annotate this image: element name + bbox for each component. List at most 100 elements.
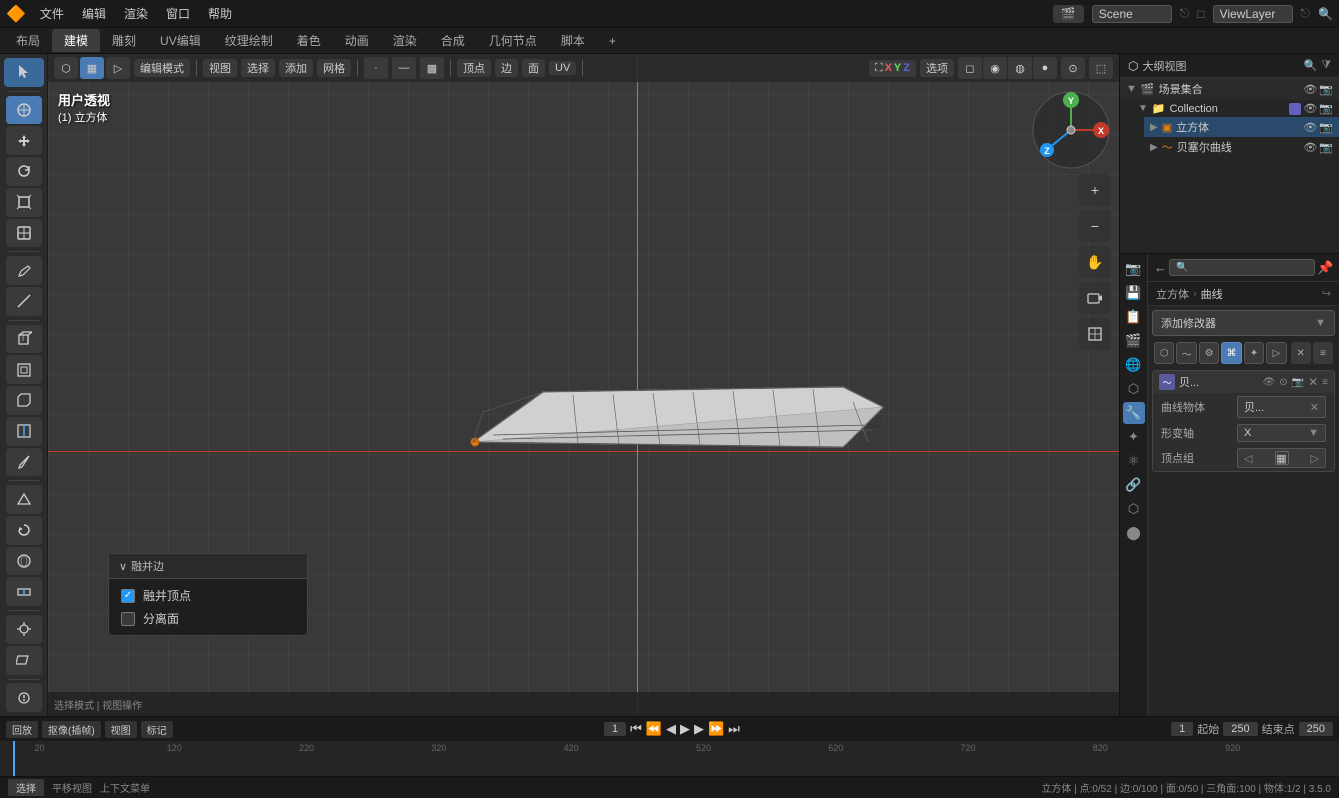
vertex-menu[interactable]: 顶点	[457, 59, 491, 77]
separate-face-checkbox[interactable]	[121, 612, 135, 626]
mod-type-generate[interactable]: ⬡	[1154, 342, 1174, 364]
modifier-card-menu[interactable]: ≡	[1322, 377, 1328, 388]
xray-btn[interactable]: ⬚	[1089, 57, 1113, 79]
timeline-content[interactable]: 20 120 220 320 420 520 620 720 820 920	[0, 741, 1339, 776]
breadcrumb-part1[interactable]: 立方体	[1156, 286, 1189, 302]
tool-bevel[interactable]	[6, 386, 42, 415]
mod-type-deform[interactable]: 〜	[1176, 342, 1196, 364]
modifier-vis-3[interactable]: 📷	[1292, 377, 1304, 388]
breadcrumb-part2[interactable]: 曲线	[1201, 286, 1223, 302]
scene-vis-eye[interactable]: 👁	[1303, 83, 1317, 96]
edge-menu[interactable]: 边	[495, 59, 518, 77]
play-pause[interactable]: ▶	[680, 721, 690, 737]
viewport-icon-1[interactable]: ⬡	[54, 57, 78, 79]
play-jump-start[interactable]: ⏮	[630, 721, 642, 737]
tool-inset[interactable]	[6, 355, 42, 384]
tool-shrink[interactable]	[6, 615, 42, 644]
camera-btn[interactable]	[1079, 282, 1111, 314]
shading-material[interactable]: ◍	[1008, 57, 1032, 79]
zoom-out-btn[interactable]: −	[1079, 210, 1111, 242]
view-layer-input[interactable]	[1213, 5, 1293, 23]
shading-wire[interactable]: ◻	[958, 57, 982, 79]
view-menu[interactable]: 视图	[203, 59, 237, 77]
play-prev-frame[interactable]: ⏪	[646, 721, 662, 737]
mod-menu[interactable]: ≡	[1313, 342, 1333, 364]
overlay-btn[interactable]: ⊙	[1061, 57, 1085, 79]
shading-solid[interactable]: ◉	[983, 57, 1007, 79]
tab-sculpt[interactable]: 雕刻	[100, 29, 148, 52]
pan-btn[interactable]: ✋	[1079, 246, 1111, 278]
play-next-frame[interactable]: ⏩	[708, 721, 724, 737]
mod-type-active[interactable]: ⌘	[1221, 342, 1241, 364]
tool-scale[interactable]	[6, 188, 42, 217]
props-pin[interactable]: 📌	[1317, 256, 1333, 280]
props-world-icon[interactable]: 🌐	[1123, 354, 1145, 376]
props-material-icon[interactable]: ⬤	[1123, 522, 1145, 544]
props-physics-icon[interactable]: ⚛	[1123, 450, 1145, 472]
mod-type-other[interactable]: ▷	[1266, 342, 1286, 364]
props-scene-icon[interactable]: 🎬	[1123, 330, 1145, 352]
tab-texture-paint[interactable]: 纹理绘制	[213, 29, 285, 52]
ortho-btn[interactable]	[1079, 318, 1111, 350]
tool-loop-cut[interactable]	[6, 417, 42, 446]
scene-expand-icon[interactable]: ▼	[1126, 83, 1137, 95]
props-render-icon[interactable]: 📷	[1123, 258, 1145, 280]
bezier-vis-render[interactable]: 📷	[1319, 141, 1333, 154]
modifier-close-btn[interactable]: ✕	[1308, 375, 1318, 389]
cube-row[interactable]: ▶ ▣ 立方体 👁 📷	[1144, 117, 1339, 137]
playback-btn[interactable]: 回放	[6, 721, 38, 738]
tab-animation[interactable]: 动画	[333, 29, 381, 52]
tool-add-cube[interactable]	[6, 325, 42, 354]
frame-start-val[interactable]: 1	[1171, 722, 1193, 736]
add-modifier-btn[interactable]: 添加修改器 ▼	[1152, 310, 1335, 336]
zoom-in-btn[interactable]: +	[1079, 174, 1111, 206]
modifier-vis-2[interactable]: ⊙	[1279, 377, 1287, 388]
mod-type-color[interactable]: ⚙	[1199, 342, 1219, 364]
frame-end-number[interactable]: 250	[1299, 722, 1333, 736]
play-jump-end[interactable]: ⏭	[728, 721, 740, 737]
vertex-group-icon-right[interactable]: ▷	[1311, 452, 1319, 465]
modifier-vis-1[interactable]: 👁	[1263, 377, 1276, 388]
outliner-filter-icon[interactable]: ⧩	[1321, 59, 1331, 72]
tool-select[interactable]	[4, 58, 44, 87]
tab-uv-edit[interactable]: UV编辑	[148, 29, 213, 52]
menu-render[interactable]: 渲染	[116, 3, 156, 24]
tool-measure[interactable]	[6, 287, 42, 316]
tool-shear[interactable]	[6, 646, 42, 675]
uv-menu[interactable]: UV	[549, 61, 576, 75]
props-constraints-icon[interactable]: 🔗	[1123, 474, 1145, 496]
menu-help[interactable]: 帮助	[200, 3, 240, 24]
tool-custom[interactable]	[6, 683, 42, 712]
cube-vis-eye[interactable]: 👁	[1303, 121, 1317, 134]
tool-knife[interactable]	[6, 448, 42, 477]
playhead[interactable]	[13, 741, 15, 776]
tool-move[interactable]	[6, 126, 42, 155]
select-menu[interactable]: 选择	[241, 59, 275, 77]
play-next[interactable]: ▶	[694, 721, 704, 737]
outliner-search-icon[interactable]: 🔍	[1303, 59, 1317, 72]
collection-expand[interactable]: ▼	[1138, 103, 1148, 114]
tool-rotate[interactable]	[6, 157, 42, 186]
edge-select[interactable]: —	[392, 57, 416, 79]
bezier-row[interactable]: ▶ 〜 贝塞尔曲线 👁 📷	[1144, 137, 1339, 157]
add-menu[interactable]: 添加	[279, 59, 313, 77]
options-btn[interactable]: 选项	[920, 59, 954, 77]
bezier-vis-eye[interactable]: 👁	[1303, 141, 1317, 154]
tool-edge-slide[interactable]	[6, 577, 42, 606]
vertex-group-icon-left[interactable]: ◁	[1244, 452, 1252, 465]
tool-smooth[interactable]	[6, 547, 42, 576]
merge-vertices-checkbox[interactable]: ✓	[121, 589, 135, 603]
menu-edit[interactable]: 编辑	[74, 3, 114, 24]
collection-vis-eye[interactable]: 👁	[1303, 102, 1317, 115]
mesh-menu[interactable]: 网格	[317, 59, 351, 77]
curve-value-clear[interactable]: ✕	[1310, 401, 1319, 414]
vertex-group-value[interactable]: ◁ ▦ ▷	[1237, 448, 1326, 468]
scene-name-input[interactable]	[1092, 5, 1172, 23]
props-modifier-icon[interactable]: 🔧	[1123, 402, 1145, 424]
status-select-btn[interactable]: 选择	[8, 779, 44, 796]
face-select[interactable]: ▩	[420, 57, 444, 79]
mod-type-physics[interactable]: ✦	[1244, 342, 1264, 364]
menu-window[interactable]: 窗口	[158, 3, 198, 24]
cube-vis-render[interactable]: 📷	[1319, 121, 1333, 134]
collection-row[interactable]: ▼ 📁 Collection 👁 📷	[1132, 100, 1339, 117]
